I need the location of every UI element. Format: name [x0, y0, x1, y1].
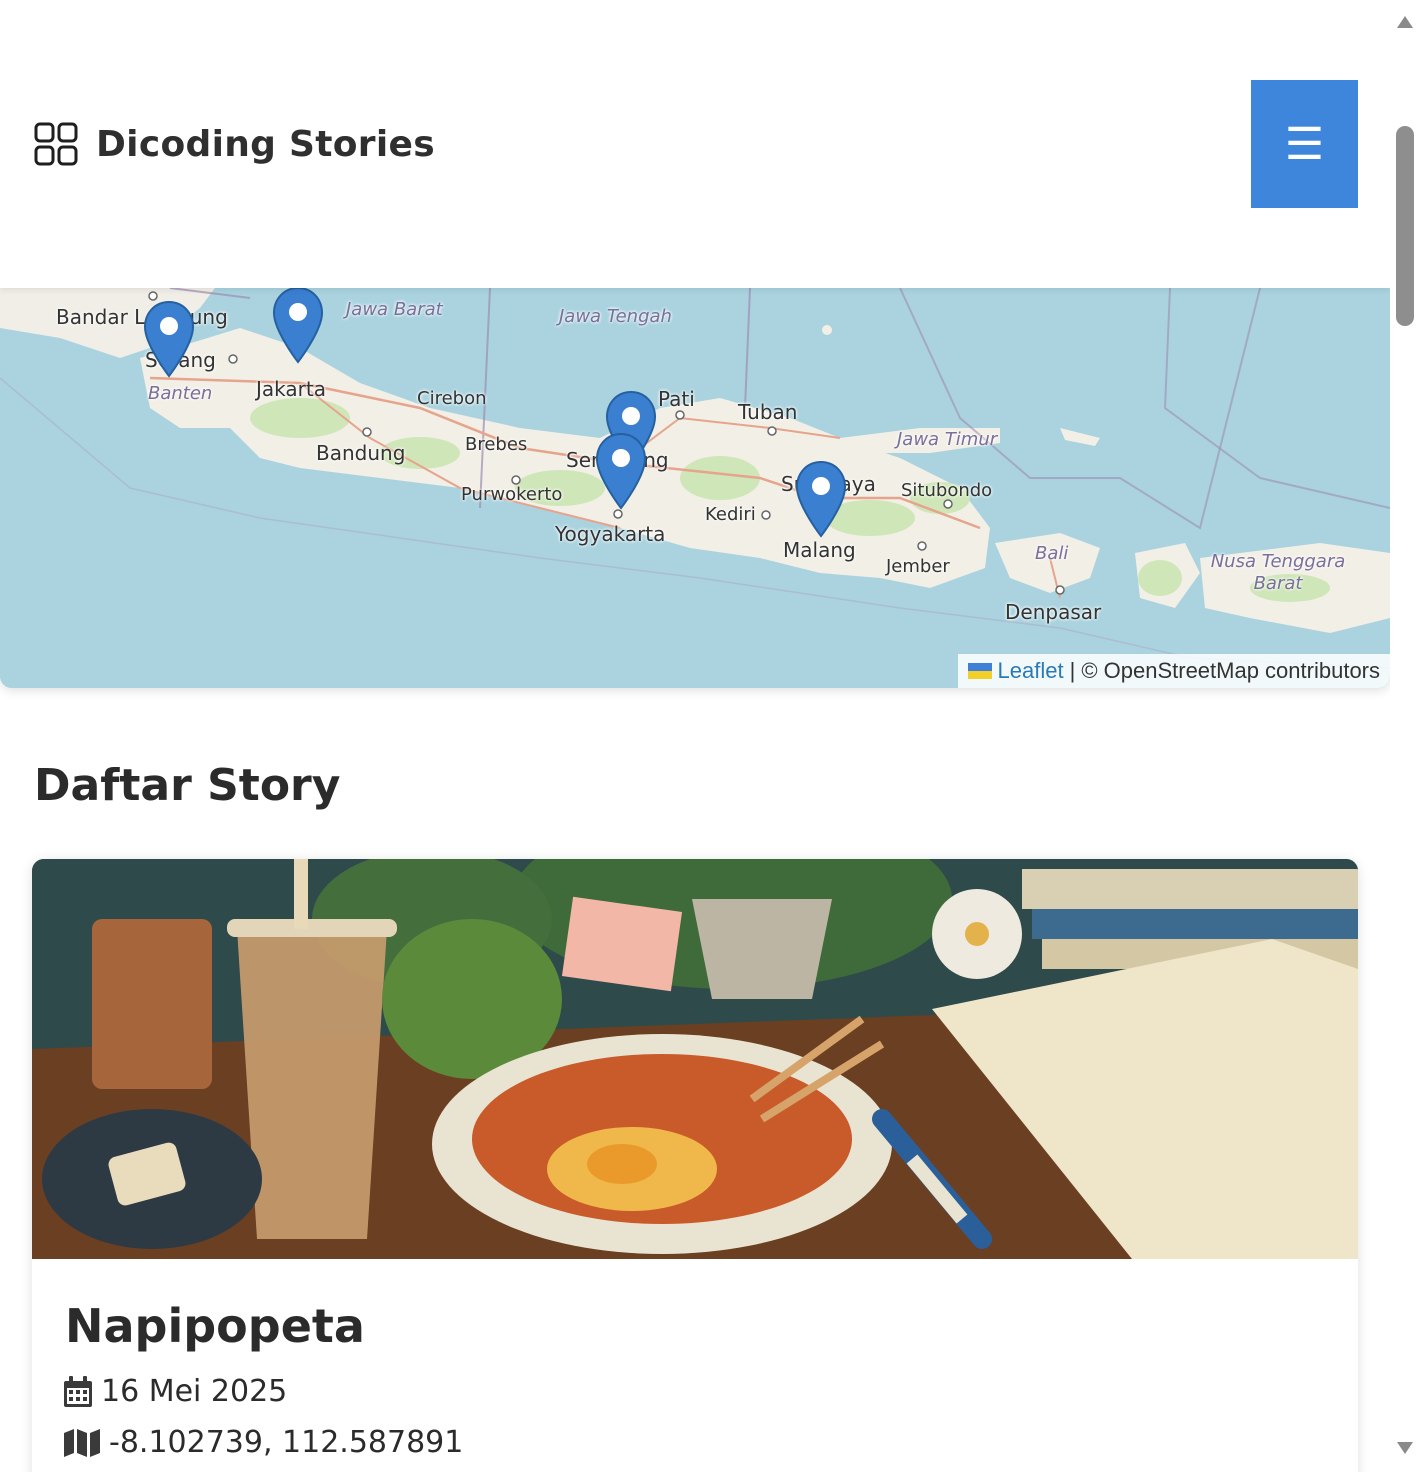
map-label-situbondo: Situbondo	[901, 480, 993, 501]
story-coordinates: -8.102739, 112.587891	[109, 1425, 464, 1460]
story-date-text: 16 Mei 2025	[101, 1374, 288, 1409]
app-header: Dicoding Stories ☰	[0, 0, 1390, 288]
section-title: Daftar Story	[34, 760, 341, 811]
grid-icon	[34, 122, 78, 166]
map-marker[interactable]	[595, 432, 647, 512]
osm-attribution: © OpenStreetMap contributors	[1081, 658, 1380, 683]
map-marker[interactable]	[143, 300, 195, 380]
map-label-yogyakarta: Yogyakarta	[555, 522, 666, 546]
scroll-thumb[interactable]	[1396, 126, 1414, 326]
page: Dicoding Stories ☰ Bandar Lampung Banten…	[0, 0, 1390, 1472]
map-label-bandung: Bandung	[316, 441, 406, 465]
map-label-nusa-tenggara-barat: Nusa Tenggara Barat	[1210, 551, 1346, 594]
map-label-tuban: Tuban	[738, 400, 798, 424]
story-card[interactable]: Napipopeta 16 Mei 2025 -8.102739, 112.58…	[32, 859, 1358, 1472]
map-label-bandar-lampung: Bandar Lampung	[56, 305, 228, 329]
map-marker[interactable]	[795, 460, 847, 540]
map-label-jawa-barat: Jawa Barat	[346, 299, 443, 320]
map-label-kediri: Kediri	[705, 504, 756, 525]
map-label-jawa-tengah: Jawa Tengah	[559, 306, 672, 327]
brand[interactable]: Dicoding Stories	[34, 122, 435, 166]
ukraine-flag-icon	[967, 663, 992, 679]
leaflet-link[interactable]: Leaflet	[998, 658, 1064, 684]
story-image[interactable]	[32, 859, 1358, 1259]
map-label-purwokerto: Purwokerto	[461, 484, 563, 505]
scrollbar[interactable]	[1390, 0, 1420, 1472]
menu-button[interactable]: ☰	[1251, 80, 1358, 208]
scroll-up-arrow-icon[interactable]	[1397, 16, 1413, 28]
map-attribution: Leaflet | © OpenStreetMap contributors	[957, 654, 1390, 688]
map-label-banten: Banten	[148, 383, 213, 404]
scroll-down-arrow-icon[interactable]	[1397, 1442, 1413, 1454]
calendar-icon	[64, 1375, 92, 1407]
story-date: 16 Mei 2025	[63, 1374, 287, 1409]
map-label-denpasar: Denpasar	[1005, 600, 1102, 624]
story-map[interactable]: Bandar Lampung Serang Banten Jakarta Jaw…	[0, 288, 1390, 688]
map-label-brebes: Brebes	[465, 434, 528, 455]
hamburger-icon: ☰	[1284, 119, 1325, 169]
map-label-jakarta: Jakarta	[256, 377, 326, 401]
map-label-jember: Jember	[886, 556, 950, 577]
map-label-bali: Bali	[1035, 543, 1069, 564]
story-title[interactable]: Napipopeta	[65, 1299, 365, 1353]
map-label-jawa-timur: Jawa Timur	[897, 429, 998, 450]
story-location: -8.102739, 112.587891	[63, 1425, 463, 1460]
attribution-separator: |	[1069, 658, 1076, 683]
map-label-malang: Malang	[783, 538, 856, 562]
map-icon	[64, 1428, 100, 1457]
brand-title: Dicoding Stories	[96, 123, 435, 165]
map-label-cirebon: Cirebon	[417, 388, 487, 409]
map-label-pati: Pati	[658, 387, 695, 411]
map-marker[interactable]	[272, 288, 324, 366]
